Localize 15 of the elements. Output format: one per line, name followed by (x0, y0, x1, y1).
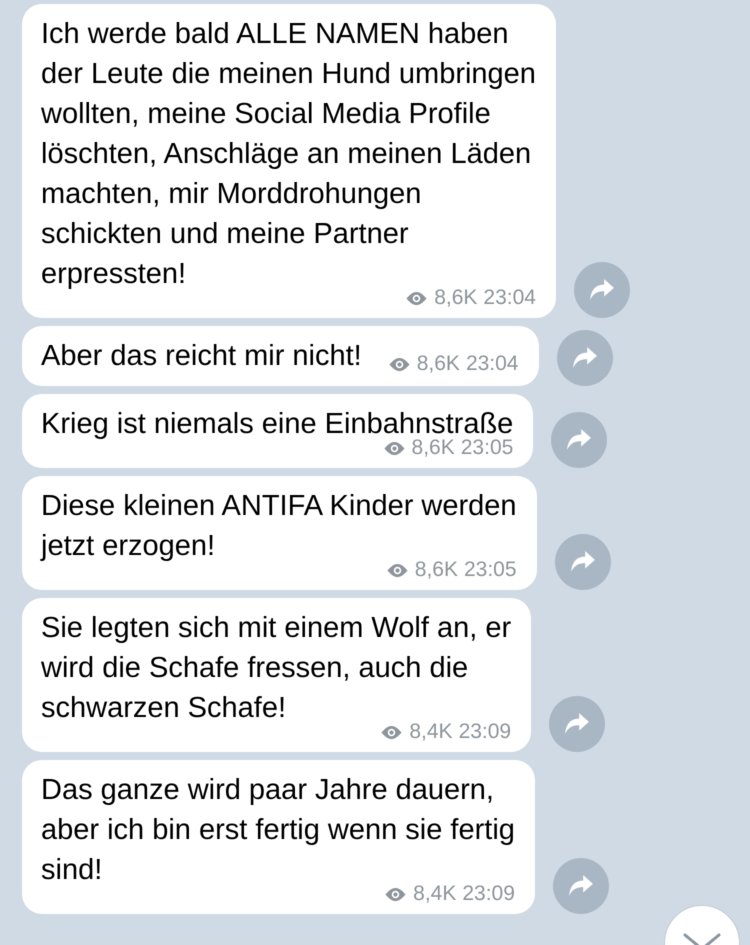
eye-icon (384, 886, 408, 902)
eye-icon (386, 562, 409, 578)
share-arrow-icon (568, 874, 594, 898)
eye-icon (380, 724, 404, 740)
share-arrow-icon (570, 550, 596, 574)
share-arrow-icon (564, 712, 590, 736)
message-time: 23:04 (466, 352, 518, 376)
eye-icon (382, 440, 406, 456)
share-arrow-icon (566, 428, 592, 452)
view-count: 8,6K (416, 352, 460, 376)
share-arrow-icon (588, 278, 615, 302)
eye-icon (405, 290, 428, 306)
message-text: Aber das reicht mir nicht! (41, 339, 362, 374)
eye-icon (388, 356, 411, 372)
share-arrow-icon (572, 346, 598, 370)
